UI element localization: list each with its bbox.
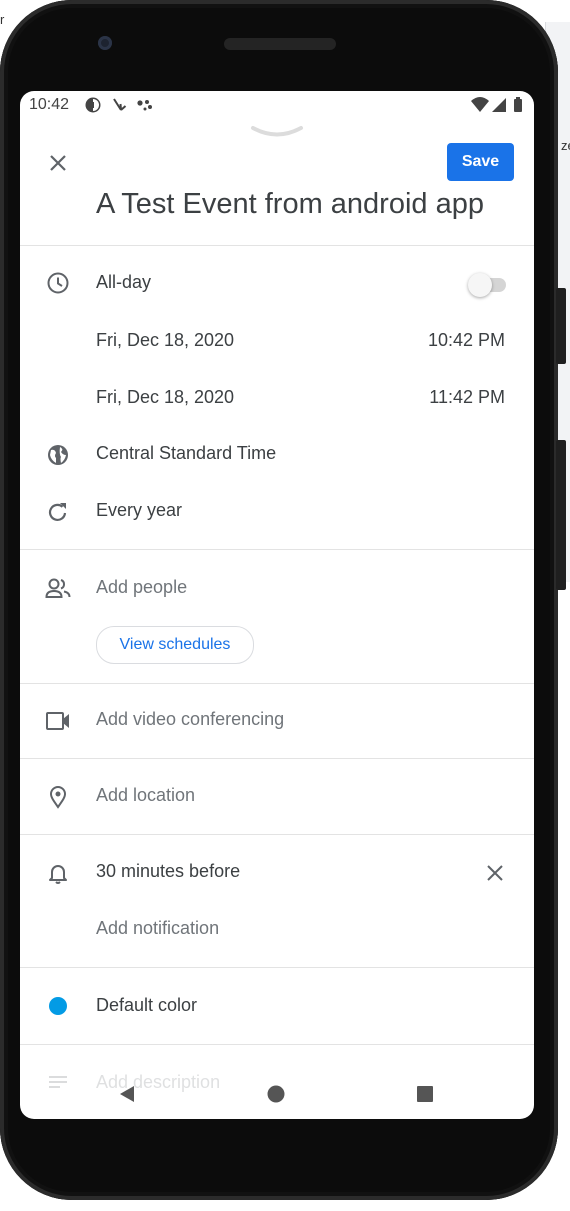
front-camera [98,36,112,50]
navigation-bar [20,1071,534,1119]
power-button [556,288,566,364]
event-title-input[interactable]: A Test Event from android app [96,188,484,221]
divider [20,245,534,246]
add-video-conferencing[interactable]: Add video conferencing [96,709,284,730]
add-location[interactable]: Add location [96,785,195,806]
wifi-icon [470,96,490,119]
all-day-label: All-day [96,272,152,292]
volume-button [556,440,566,590]
repeat-rule[interactable]: Every year [96,500,182,521]
start-time[interactable]: 10:42 PM [428,330,505,351]
add-notification[interactable]: Add notification [96,918,219,939]
end-time[interactable]: 11:42 PM [429,387,505,408]
close-button[interactable] [44,149,72,177]
recents-icon[interactable] [410,1079,440,1109]
save-button[interactable]: Save [447,143,514,181]
home-icon[interactable] [261,1079,291,1109]
divider [20,683,534,684]
video-camera-icon [44,707,72,735]
background-edge-text: r [0,12,5,27]
view-schedules-button[interactable]: View schedules [96,626,254,664]
divider [20,1044,534,1045]
battery-icon [513,96,523,119]
add-people[interactable]: Add people [96,577,187,598]
remove-notification-button[interactable] [481,859,509,887]
people-icon [44,575,72,603]
notification-item[interactable]: 30 minutes before [96,861,240,882]
missed-call-icon [112,96,128,119]
event-color[interactable]: Default color [96,995,197,1016]
start-date[interactable]: Fri, Dec 18, 2020 [96,330,234,351]
globe-icon [44,441,72,469]
status-bar: 10:42 [20,91,534,119]
bell-icon [44,859,72,887]
cell-signal-icon [491,96,507,119]
divider [20,967,534,968]
divider [20,549,534,550]
color-dot-icon [49,997,67,1015]
data-saver-icon [84,96,102,119]
close-icon [50,155,66,171]
repeat-icon [44,498,72,526]
clock-icon [44,269,72,297]
drag-handle-icon[interactable] [250,125,304,144]
close-icon [487,865,503,881]
timezone[interactable]: Central Standard Time [96,443,276,464]
background-edge-text: ze [561,138,570,153]
assistant-dots-icon [136,96,154,119]
end-date[interactable]: Fri, Dec 18, 2020 [96,387,234,408]
divider [20,758,534,759]
phone-frame: 10:42 Save A Test Event from android app… [0,0,558,1200]
back-icon[interactable] [112,1079,142,1109]
divider [20,834,534,835]
status-time: 10:42 [29,96,70,113]
location-pin-icon [44,783,72,811]
phone-screen: 10:42 Save A Test Event from android app… [20,91,534,1119]
toggle-thumb [468,273,492,297]
all-day-toggle[interactable] [468,273,510,297]
earpiece-speaker [224,38,336,50]
